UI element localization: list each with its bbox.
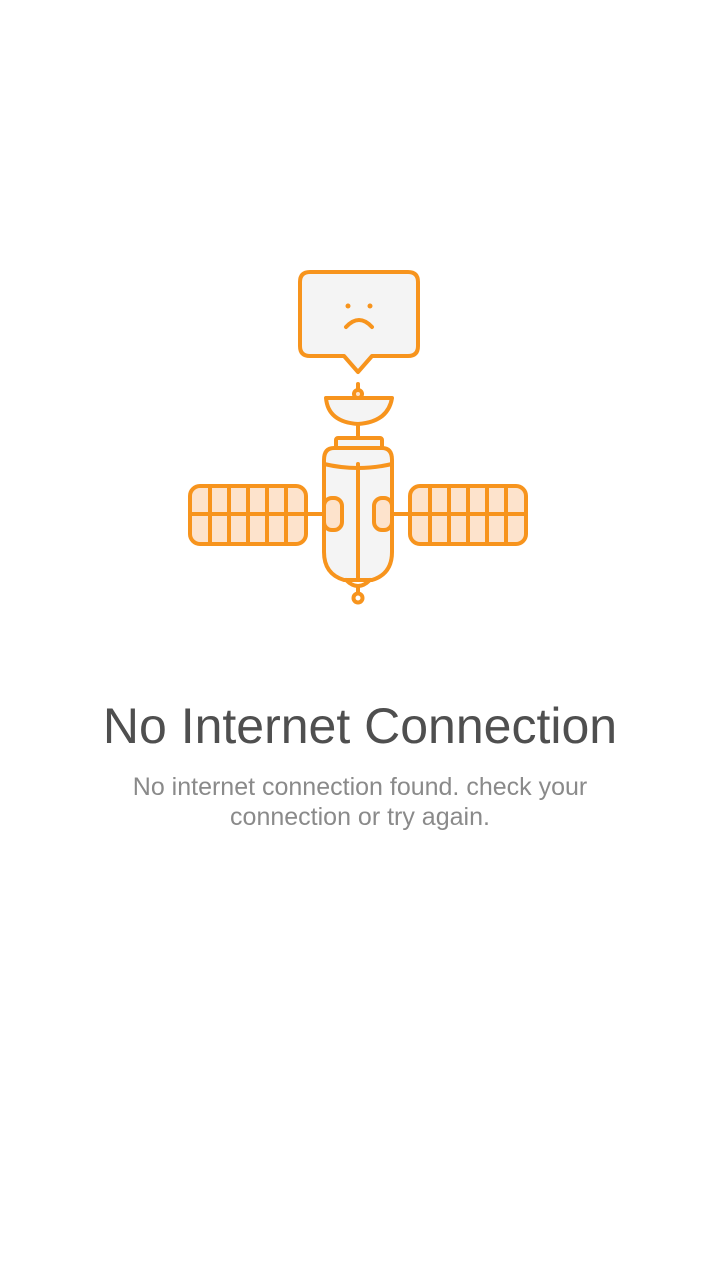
satellite-sad-speech-bubble-icon — [188, 270, 528, 605]
no-connection-screen: No Internet Connection No internet conne… — [0, 0, 720, 1280]
empty-state-title: No Internet Connection — [102, 698, 618, 754]
empty-state-message: No internet connection found. check your… — [132, 773, 588, 831]
